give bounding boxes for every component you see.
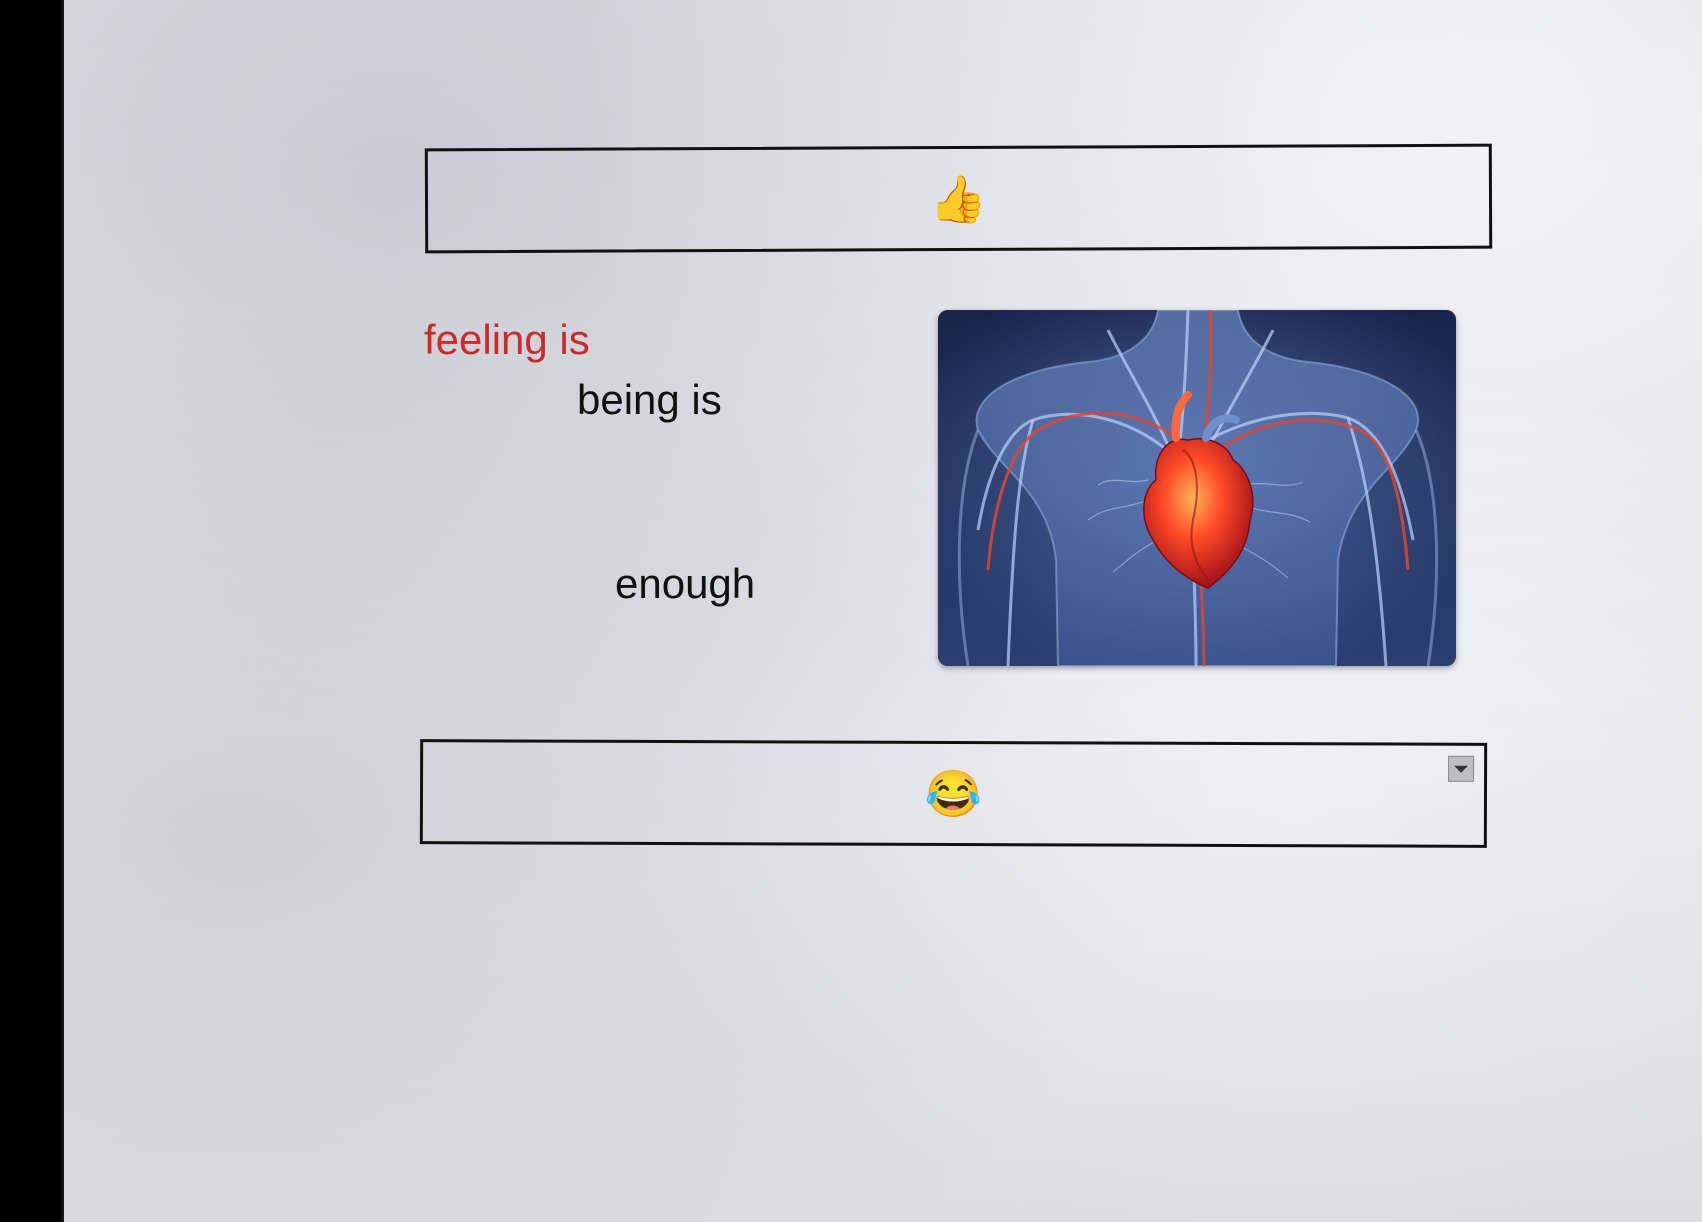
thumbs-up-icon: 👍 — [929, 172, 988, 225]
scan-edge — [0, 0, 68, 1222]
caret-down-icon — [1454, 765, 1469, 773]
bottom-emoji-select[interactable]: 😂 — [419, 739, 1488, 848]
heart-anatomy-image — [938, 310, 1456, 666]
laughing-tears-icon: 😂 — [924, 767, 983, 820]
dropdown-button[interactable] — [1448, 755, 1475, 782]
top-emoji-box[interactable]: 👍 — [424, 143, 1493, 254]
heart-anatomy-illustration — [938, 310, 1456, 666]
poem-line-enough: enough — [615, 560, 756, 607]
poem-line-feeling: feeling is — [424, 316, 590, 363]
poem-line-being: being is — [577, 376, 722, 423]
